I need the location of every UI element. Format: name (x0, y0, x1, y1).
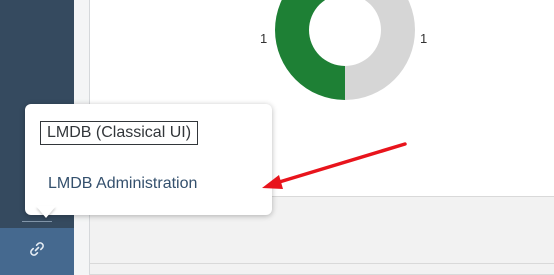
annotation-arrow (262, 142, 407, 189)
screen: 1 1 LMDB (Classical UI) LMDB Administrat… (0, 0, 554, 275)
